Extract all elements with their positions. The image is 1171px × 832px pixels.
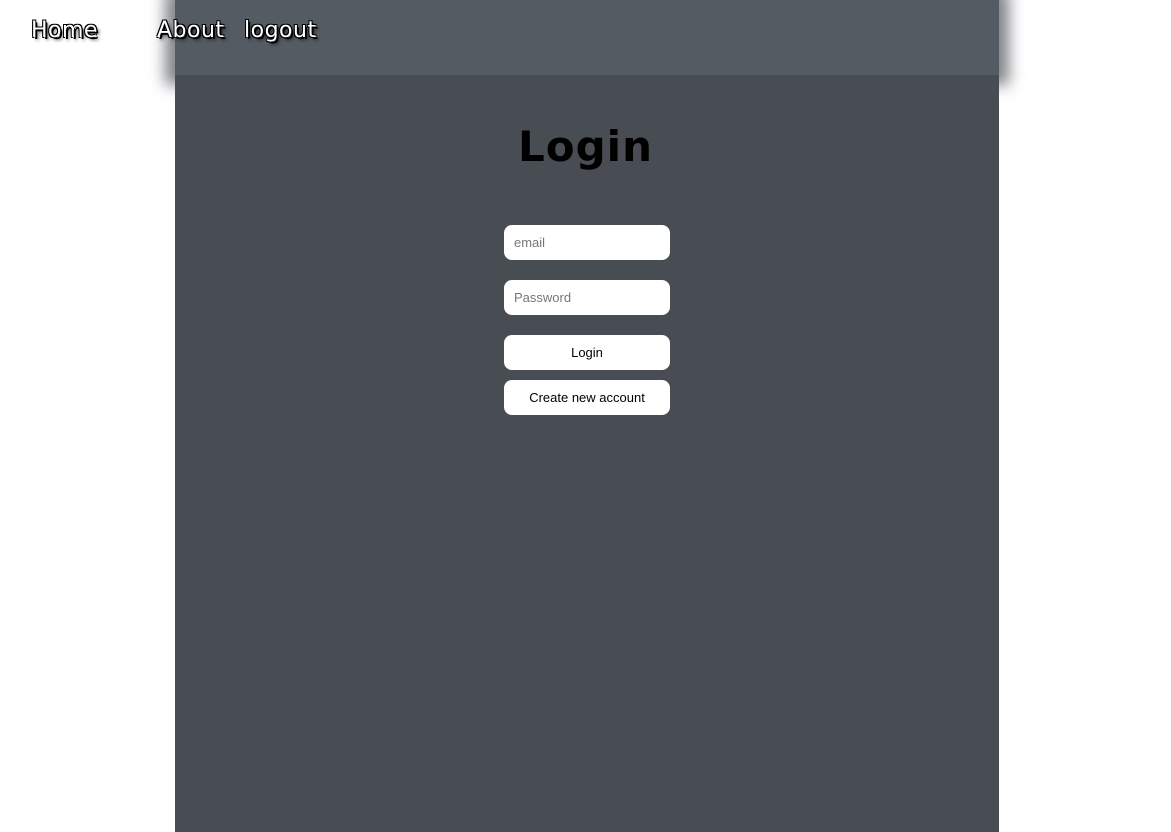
nav-about-link[interactable]: About xyxy=(157,18,225,43)
nav-logout-link[interactable]: logout xyxy=(244,18,317,43)
nav-home-link[interactable]: Home xyxy=(31,18,98,43)
login-form: Login Create new account xyxy=(504,225,670,415)
login-title: Login xyxy=(518,122,653,171)
login-button[interactable]: Login xyxy=(504,335,670,370)
page: Home About logout Login Login Create new… xyxy=(0,0,1171,832)
create-account-button[interactable]: Create new account xyxy=(504,380,670,415)
email-field[interactable] xyxy=(504,225,670,260)
main-panel xyxy=(175,75,999,832)
password-field[interactable] xyxy=(504,280,670,315)
